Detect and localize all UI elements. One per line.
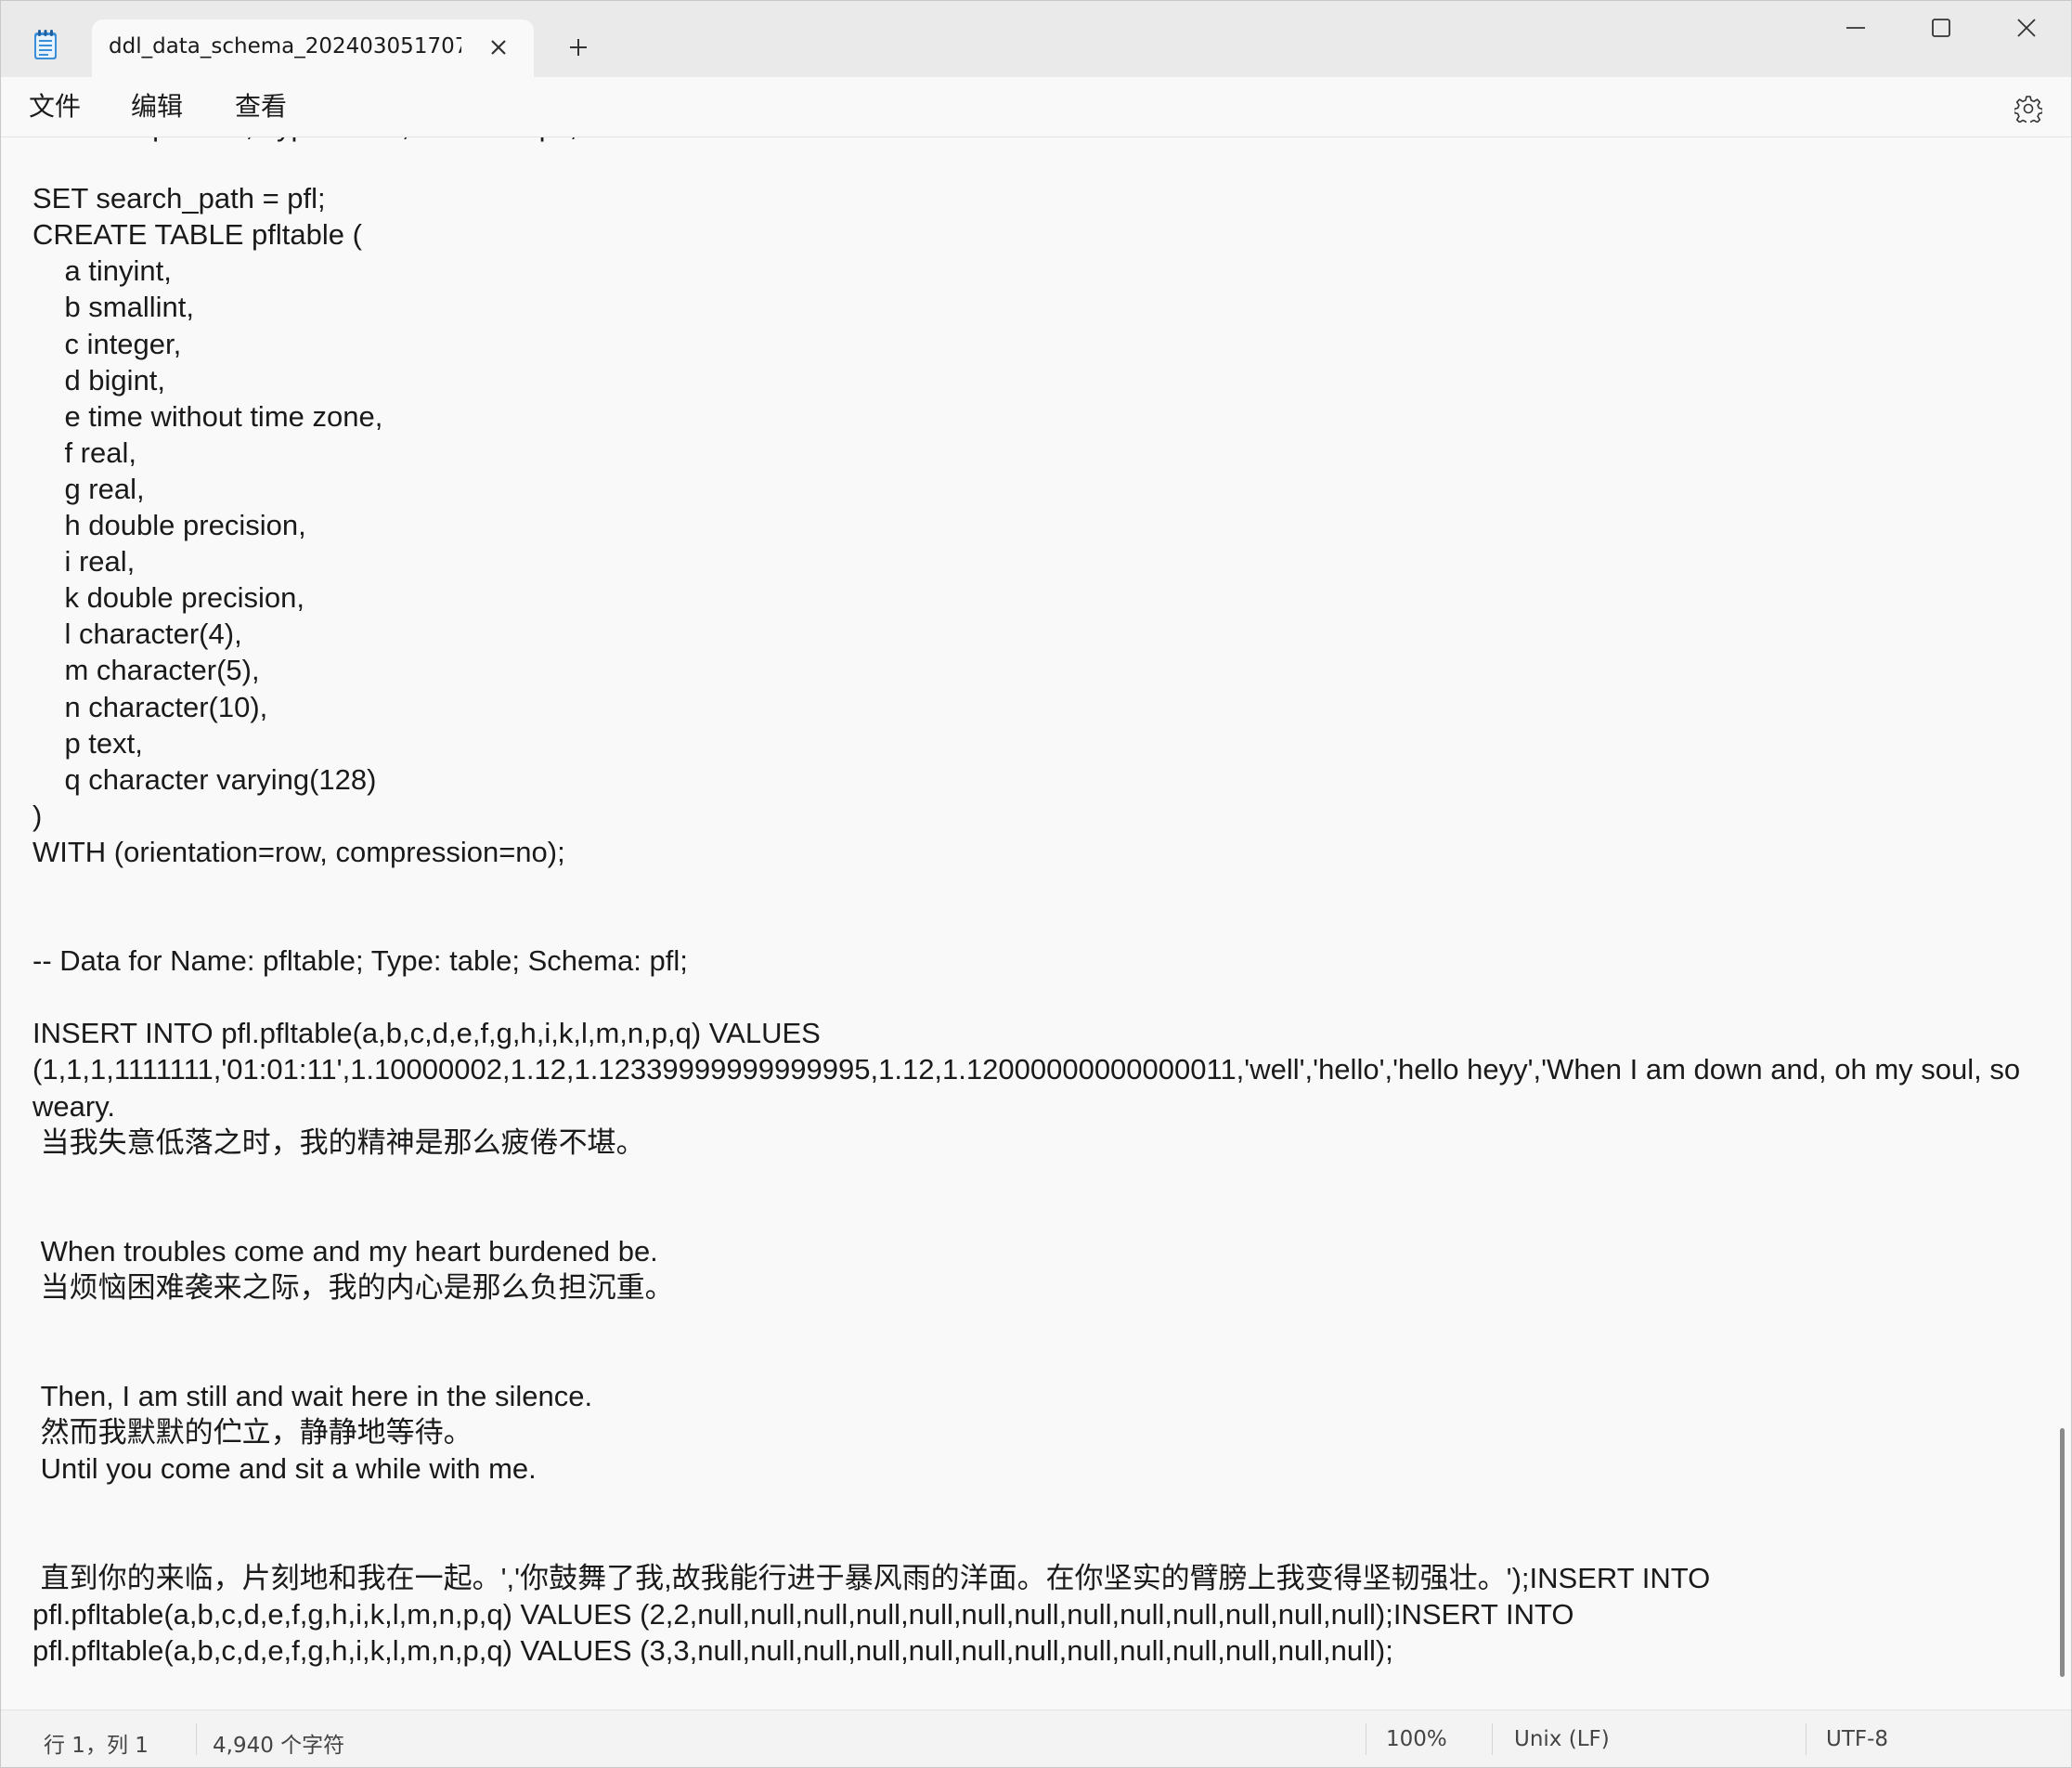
editor-content[interactable]: -- Name: pfltable; Type: table; Schema: … [32, 137, 2028, 1669]
close-icon [491, 40, 506, 55]
status-divider [196, 1723, 197, 1755]
character-count: 4,940 个字符 [213, 1734, 345, 1758]
cursor-position: 行 1，列 1 [44, 1734, 149, 1758]
menu-view[interactable]: 查看 [229, 88, 292, 125]
menu-file[interactable]: 文件 [23, 88, 86, 125]
gear-icon [2014, 96, 2042, 123]
status-divider [1492, 1723, 1493, 1755]
maximize-button[interactable] [1898, 1, 1984, 55]
title-bar[interactable]: ddl_data_schema_20240305170735 [1, 1, 2071, 77]
minimize-icon [1846, 27, 1865, 29]
tab-close-button[interactable] [482, 31, 515, 64]
plus-icon [570, 39, 587, 56]
settings-button[interactable] [2010, 90, 2047, 127]
minimize-button[interactable] [1813, 1, 1898, 55]
status-divider [1806, 1723, 1807, 1755]
notepad-window: ddl_data_schema_20240305170735 文件 编辑 查看 … [0, 0, 2072, 1768]
close-icon [2017, 19, 2036, 37]
tab-document[interactable]: ddl_data_schema_20240305170735 [92, 20, 534, 77]
scrollbar-thumb[interactable] [2060, 1428, 2065, 1677]
text-editor[interactable]: -- Name: pfltable; Type: table; Schema: … [1, 137, 2054, 1709]
vertical-scrollbar[interactable] [2054, 137, 2071, 1709]
encoding[interactable]: UTF-8 [1826, 1727, 1888, 1751]
notepad-icon [34, 30, 57, 59]
zoom-level[interactable]: 100% [1386, 1727, 1447, 1751]
close-window-button[interactable] [1984, 1, 2069, 55]
menu-edit[interactable]: 编辑 [125, 88, 188, 125]
new-tab-button[interactable] [562, 31, 595, 64]
status-bar: 行 1，列 1 4,940 个字符 100% Unix (LF) UTF-8 [1, 1710, 2071, 1767]
line-ending[interactable]: Unix (LF) [1514, 1727, 1610, 1751]
maximize-icon [1932, 19, 1950, 37]
menu-bar: 文件 编辑 查看 [1, 77, 2071, 137]
tab-title: ddl_data_schema_20240305170735 [109, 34, 461, 58]
